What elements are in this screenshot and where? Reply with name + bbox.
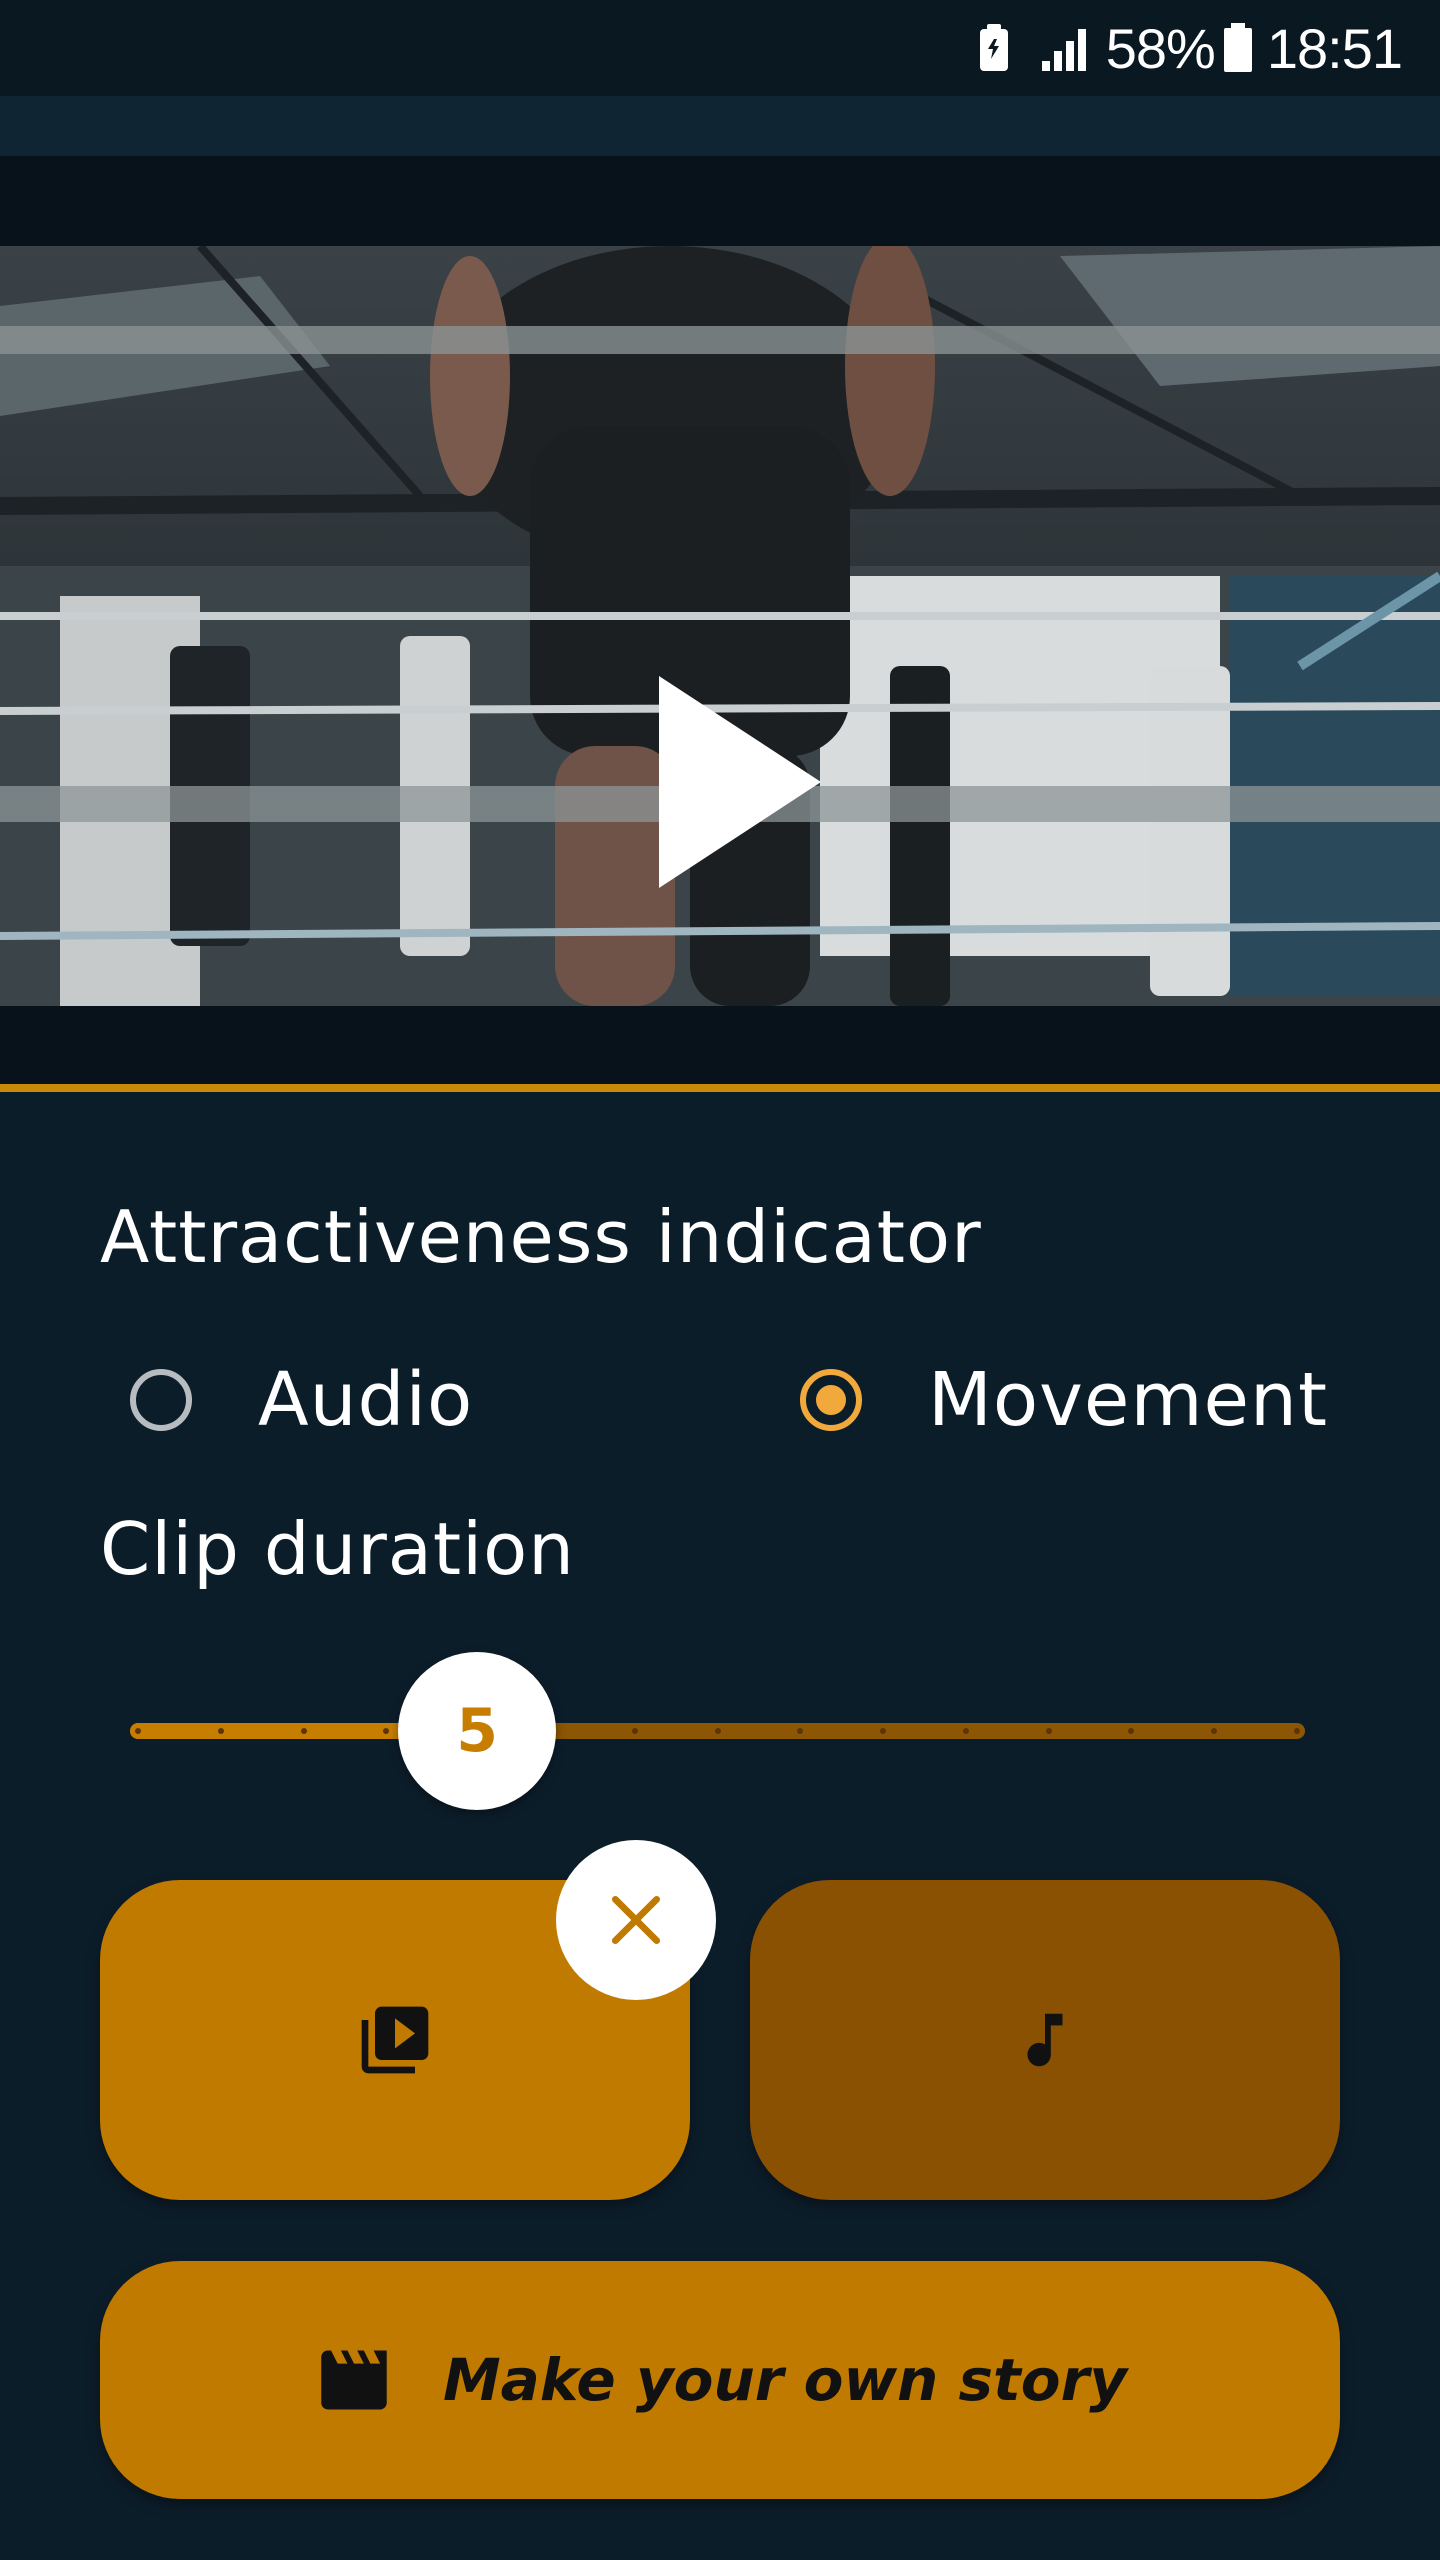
radio-audio-circle[interactable] xyxy=(130,1369,192,1431)
slider-tick xyxy=(135,1728,141,1734)
clock: 18:51 xyxy=(1266,16,1403,80)
close-icon xyxy=(611,1895,661,1945)
video-thumbnail xyxy=(0,246,1440,1006)
video-seek-bar[interactable] xyxy=(0,1084,1440,1092)
radio-movement-circle[interactable] xyxy=(800,1369,862,1431)
radio-movement-label: Movement xyxy=(928,1357,1328,1443)
app-bar xyxy=(0,96,1440,156)
video-player[interactable] xyxy=(0,156,1440,1084)
clear-video-button[interactable] xyxy=(556,1840,716,2000)
signal-icon xyxy=(1041,29,1086,71)
slider-tick xyxy=(1294,1728,1300,1734)
music-note-icon xyxy=(1027,2013,1063,2067)
radio-audio-label: Audio xyxy=(258,1357,474,1443)
clip-duration-title: Clip duration xyxy=(100,1507,575,1591)
slider-tick xyxy=(300,1728,307,1734)
slider-thumb[interactable]: 5 xyxy=(398,1652,557,1810)
status-bar: 58% 18:51 xyxy=(0,0,1440,96)
battery-percent: 58% xyxy=(1105,16,1216,80)
battery-saver-icon xyxy=(979,24,1008,71)
status-icons: 58% 18:51 xyxy=(976,14,1403,82)
slider-tick xyxy=(714,1728,721,1734)
make-story-label: Make your own story xyxy=(442,2346,1128,2414)
radio-movement[interactable]: Movement xyxy=(800,1355,1328,1445)
battery-icon xyxy=(1223,23,1252,72)
clip-duration-slider[interactable]: 5 xyxy=(130,1652,1305,1810)
radio-audio[interactable]: Audio xyxy=(130,1355,473,1445)
slider-tick xyxy=(1045,1728,1052,1734)
select-audio-button[interactable] xyxy=(750,1880,1340,2200)
slider-tick xyxy=(631,1728,638,1734)
play-icon[interactable] xyxy=(655,676,825,888)
slider-tick xyxy=(962,1728,969,1734)
slider-tick xyxy=(217,1728,224,1734)
attractiveness-title: Attractiveness indicator xyxy=(100,1195,982,1279)
make-story-button[interactable]: Make your own story xyxy=(100,2261,1340,2499)
clapperboard-icon xyxy=(321,2350,387,2410)
video-library-icon xyxy=(361,2006,429,2074)
